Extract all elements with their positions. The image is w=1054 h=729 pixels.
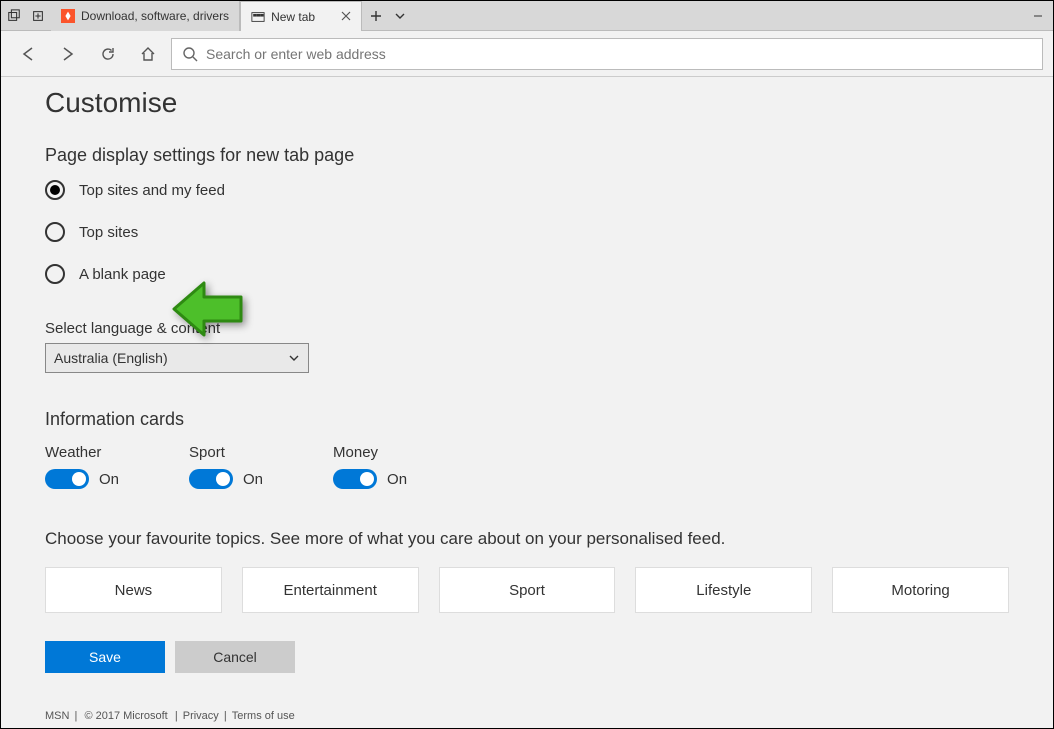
toggle-state: On [243, 471, 263, 488]
info-cards-heading: Information cards [45, 409, 1009, 430]
language-select-value: Australia (English) [54, 350, 168, 366]
radio-blank-page[interactable]: A blank page [45, 264, 1009, 284]
card-title: Weather [45, 444, 119, 461]
card-weather: Weather On [45, 444, 119, 489]
language-select[interactable]: Australia (English) [45, 343, 309, 373]
footer-msn-link[interactable]: MSN [45, 710, 69, 722]
chevron-down-icon[interactable] [394, 10, 406, 22]
save-button[interactable]: Save [45, 641, 165, 673]
toggle-weather[interactable] [45, 469, 89, 489]
footer: MSN | © 2017 Microsoft | Privacy | Terms… [45, 710, 295, 722]
radio-icon [45, 180, 65, 200]
favicon-newtab-icon [251, 10, 265, 24]
topics-row: News Entertainment Sport Lifestyle Motor… [45, 567, 1009, 613]
radio-label: Top sites and my feed [79, 182, 225, 199]
forward-button[interactable] [51, 37, 85, 71]
window-system-icons [1, 1, 51, 30]
minimize-button[interactable] [1023, 1, 1053, 30]
radio-label: A blank page [79, 266, 166, 283]
button-row: Save Cancel [45, 641, 1009, 673]
tab-actions [362, 1, 414, 30]
back-button[interactable] [11, 37, 45, 71]
topic-lifestyle[interactable]: Lifestyle [635, 567, 812, 613]
card-title: Money [333, 444, 407, 461]
topic-entertainment[interactable]: Entertainment [242, 567, 419, 613]
tab-group-icon[interactable] [7, 9, 21, 23]
tab-label: Download, software, drivers [81, 9, 229, 23]
home-button[interactable] [131, 37, 165, 71]
toggle-sport[interactable] [189, 469, 233, 489]
footer-privacy-link[interactable]: Privacy [183, 710, 219, 722]
radio-icon [45, 264, 65, 284]
radio-icon [45, 222, 65, 242]
radio-top-sites-feed[interactable]: Top sites and my feed [45, 180, 1009, 200]
tab-download-software[interactable]: Download, software, drivers [51, 1, 240, 31]
browser-toolbar [1, 31, 1053, 77]
toggle-money[interactable] [333, 469, 377, 489]
page-content: Customise Page display settings for new … [1, 77, 1053, 728]
footer-copyright: © 2017 Microsoft [84, 710, 167, 722]
card-money: Money On [333, 444, 407, 489]
titlebar: Download, software, drivers New tab [1, 1, 1053, 31]
tab-label: New tab [271, 10, 315, 24]
cancel-button[interactable]: Cancel [175, 641, 295, 673]
language-label: Select language & content [45, 320, 1009, 337]
tab-new-tab[interactable]: New tab [240, 1, 362, 31]
page-title: Customise [45, 87, 1009, 119]
address-bar[interactable] [171, 38, 1043, 70]
address-input[interactable] [206, 46, 1032, 62]
window-controls [1023, 1, 1053, 30]
topic-motoring[interactable]: Motoring [832, 567, 1009, 613]
toggle-state: On [99, 471, 119, 488]
favicon-brave-icon [61, 9, 75, 23]
topic-news[interactable]: News [45, 567, 222, 613]
refresh-button[interactable] [91, 37, 125, 71]
toggle-state: On [387, 471, 407, 488]
new-tab-icon[interactable] [370, 10, 382, 22]
radio-label: Top sites [79, 224, 138, 241]
card-sport: Sport On [189, 444, 263, 489]
set-aside-icon[interactable] [31, 9, 45, 23]
close-tab-icon[interactable] [341, 10, 351, 24]
display-settings-heading: Page display settings for new tab page [45, 145, 1009, 166]
chevron-down-icon [288, 352, 300, 364]
search-icon [182, 46, 198, 62]
card-title: Sport [189, 444, 263, 461]
radio-top-sites[interactable]: Top sites [45, 222, 1009, 242]
topics-description: Choose your favourite topics. See more o… [45, 529, 1009, 549]
footer-terms-link[interactable]: Terms of use [232, 710, 295, 722]
info-cards-row: Weather On Sport On Money On [45, 444, 1009, 489]
topic-sport[interactable]: Sport [439, 567, 616, 613]
